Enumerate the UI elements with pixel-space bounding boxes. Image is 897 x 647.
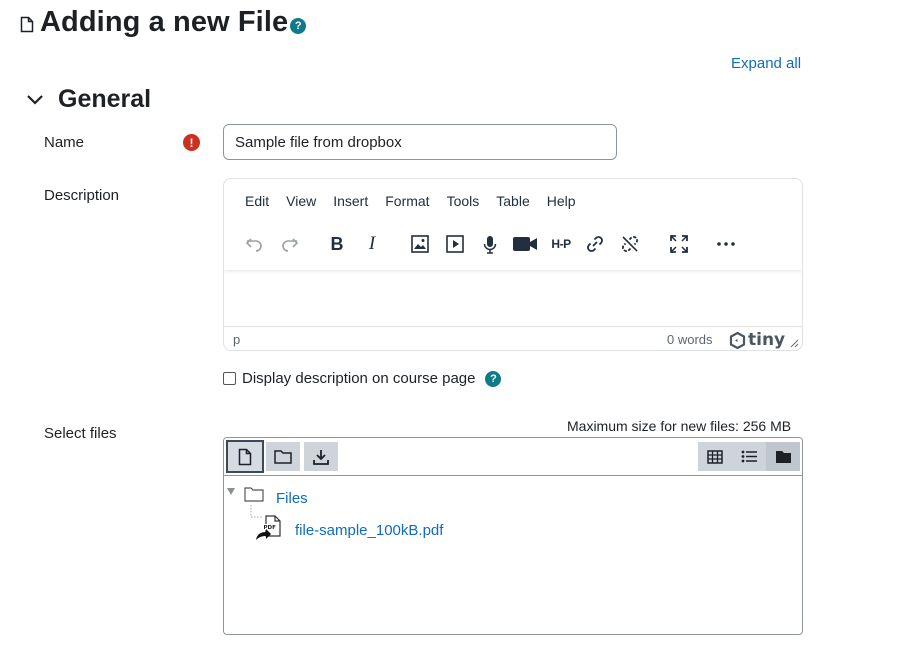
tiny-brand-icon bbox=[729, 331, 746, 349]
display-description-row: Display description on course page ? bbox=[223, 370, 502, 387]
add-file-button[interactable] bbox=[226, 440, 264, 473]
menu-view[interactable]: View bbox=[286, 193, 316, 209]
file-icon bbox=[20, 16, 34, 33]
fullscreen-icon[interactable] bbox=[664, 229, 694, 259]
download-icon bbox=[313, 449, 329, 465]
name-label: Name bbox=[44, 134, 85, 151]
h5p-icon[interactable]: H-P bbox=[544, 229, 578, 259]
help-icon[interactable]: ? bbox=[290, 17, 307, 34]
menu-edit[interactable]: Edit bbox=[245, 193, 269, 209]
editor-content-area[interactable] bbox=[224, 270, 802, 326]
menu-insert[interactable]: Insert bbox=[333, 193, 368, 209]
description-label: Description bbox=[44, 187, 120, 204]
expand-all-link[interactable]: Expand all bbox=[731, 55, 801, 72]
word-count[interactable]: 0 words bbox=[667, 332, 713, 347]
file-tree: Files PDF file-sample_100kB.pdf bbox=[224, 477, 802, 634]
select-files-label: Select files bbox=[44, 425, 117, 442]
name-input[interactable]: Sample file from dropbox bbox=[223, 124, 617, 160]
editor-toolbar: B I H-P bbox=[224, 229, 802, 259]
folder-icon bbox=[244, 486, 264, 502]
tiny-brand-text: tiny bbox=[748, 330, 786, 350]
menu-table[interactable]: Table bbox=[496, 193, 529, 209]
microphone-icon[interactable] bbox=[475, 229, 505, 259]
list-view-button[interactable] bbox=[732, 442, 766, 471]
triangle-down-icon[interactable] bbox=[227, 488, 235, 495]
image-icon[interactable] bbox=[405, 229, 435, 259]
display-description-checkbox[interactable] bbox=[223, 372, 236, 385]
editor-menubar: Edit View Insert Format Tools Table Help bbox=[224, 193, 593, 209]
link-icon[interactable] bbox=[580, 229, 610, 259]
menu-tools[interactable]: Tools bbox=[447, 193, 480, 209]
bold-icon[interactable]: B bbox=[322, 229, 352, 259]
file-manager-toolbar bbox=[224, 438, 802, 476]
icons-view-icon bbox=[707, 449, 723, 464]
page-header: Adding a new File ? bbox=[20, 6, 307, 39]
help-icon[interactable]: ? bbox=[485, 370, 502, 387]
list-view-icon bbox=[741, 450, 757, 463]
menu-format[interactable]: Format bbox=[385, 193, 429, 209]
media-icon[interactable] bbox=[440, 229, 470, 259]
section-title: General bbox=[58, 85, 152, 113]
pdf-tag: PDF bbox=[264, 525, 277, 531]
download-button[interactable] bbox=[304, 442, 338, 471]
section-general-toggle[interactable]: General bbox=[26, 85, 151, 114]
more-icon[interactable] bbox=[711, 229, 741, 259]
resize-handle-icon[interactable] bbox=[789, 338, 799, 348]
file-manager: Files PDF file-sample_100kB.pdf bbox=[223, 437, 803, 635]
max-size-text: Maximum size for new files: 256 MB bbox=[567, 418, 792, 434]
create-folder-button[interactable] bbox=[266, 442, 300, 471]
add-file-icon bbox=[238, 448, 252, 465]
chevron-down-icon bbox=[26, 94, 44, 106]
menu-help[interactable]: Help bbox=[547, 193, 576, 209]
italic-icon[interactable]: I bbox=[357, 229, 387, 259]
icons-view-button[interactable] bbox=[698, 442, 732, 471]
folder-link-files[interactable]: Files bbox=[276, 490, 308, 507]
tiny-logo[interactable]: tiny bbox=[729, 330, 785, 350]
tree-view-button[interactable] bbox=[766, 442, 800, 471]
tree-view-icon bbox=[775, 450, 791, 463]
display-description-label: Display description on course page bbox=[242, 370, 476, 387]
page-title: Adding a new File bbox=[40, 6, 289, 38]
editor-statusbar: p 0 words tiny bbox=[224, 326, 802, 350]
file-link[interactable]: file-sample_100kB.pdf bbox=[295, 522, 443, 539]
redo-icon[interactable] bbox=[275, 229, 305, 259]
description-editor: Edit View Insert Format Tools Table Help… bbox=[223, 178, 803, 351]
required-icon: ! bbox=[183, 134, 200, 151]
undo-icon[interactable] bbox=[239, 229, 269, 259]
element-path[interactable]: p bbox=[233, 332, 240, 347]
video-camera-icon[interactable] bbox=[510, 229, 540, 259]
unlink-icon[interactable] bbox=[615, 229, 645, 259]
pdf-alias-icon: PDF bbox=[254, 514, 284, 544]
create-folder-icon bbox=[274, 450, 292, 464]
